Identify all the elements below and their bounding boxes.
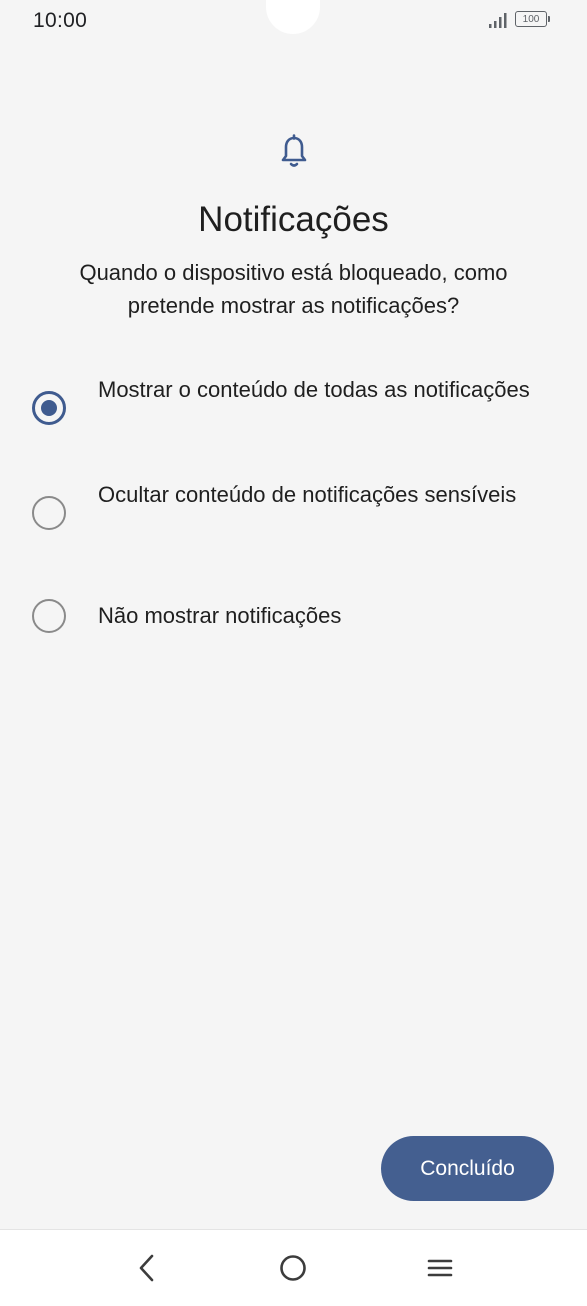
bell-icon	[281, 134, 307, 167]
navigation-bar	[0, 1229, 587, 1306]
recents-button[interactable]	[420, 1248, 460, 1288]
radio-selected-icon[interactable]	[32, 391, 66, 425]
radio-unselected-icon[interactable]	[32, 496, 66, 530]
hamburger-menu-icon	[427, 1259, 453, 1277]
option-show-all-content[interactable]: Mostrar o conteúdo de todas as notificaç…	[0, 370, 587, 446]
setup-screen: 10:00 100 Notificações Quando o disposit…	[0, 0, 587, 1306]
battery-level: 100	[522, 13, 540, 25]
status-bar: 10:00 100	[0, 0, 587, 44]
page-title: Notificações	[198, 200, 389, 239]
option-dont-show-notifications[interactable]: Não mostrar notificações	[0, 596, 587, 636]
radio-unselected-icon[interactable]	[32, 599, 66, 633]
option-label: Mostrar o conteúdo de todas as notificaç…	[98, 377, 530, 402]
battery-icon: 100	[515, 11, 550, 27]
signal-icon	[489, 13, 507, 28]
chevron-left-icon	[139, 1254, 154, 1282]
option-label: Ocultar conteúdo de notificações sensíve…	[98, 482, 517, 507]
option-hide-sensitive-content[interactable]: Ocultar conteúdo de notificações sensíve…	[0, 475, 587, 551]
done-button[interactable]: Concluído	[381, 1136, 554, 1201]
circle-home-icon	[280, 1255, 306, 1281]
page-subtitle: Quando o dispositivo está bloqueado, com…	[79, 260, 508, 318]
option-label: Não mostrar notificações	[98, 603, 342, 628]
camera-notch	[266, 0, 320, 34]
status-time: 10:00	[33, 9, 88, 32]
back-button[interactable]	[127, 1248, 167, 1288]
home-button[interactable]	[273, 1248, 313, 1288]
